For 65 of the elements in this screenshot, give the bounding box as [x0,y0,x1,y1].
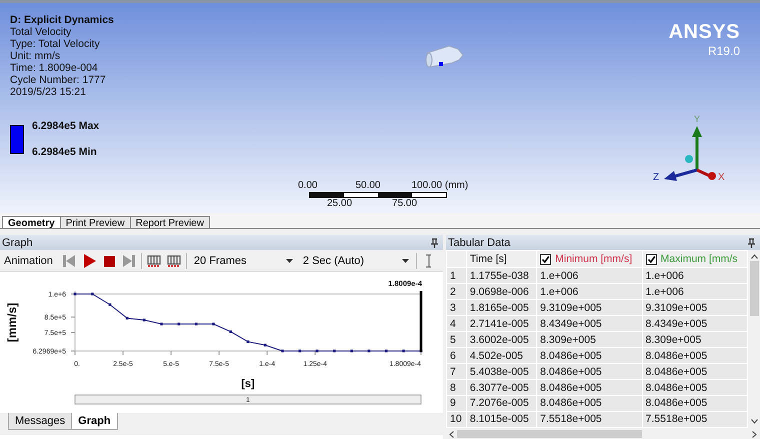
table-cell: 8.309e+005 [642,332,748,348]
table-cell: 7.5518e+005 [536,411,642,428]
scale-label: 50.00 [355,180,380,191]
row-number: 1 [446,268,466,284]
info-text: 2019/5/23 15:21 [10,86,87,98]
row-number: 10 [446,411,466,428]
info-text: Time: 1.8009e-004 [10,62,99,74]
table-cell: 1.1755e-038 [466,268,537,284]
row-number: 9 [446,395,466,412]
scale-label: 0.00 [298,180,318,191]
table-cell: 9.3109e+005 [642,300,748,316]
table-cell: 8.0486e+005 [536,395,642,412]
row-number: 6 [446,348,466,364]
table-cell: 8.4349e+005 [536,316,642,332]
info-text: Cycle Number: 1777 [10,74,107,86]
x-axis-title: [s] [241,378,255,390]
table-cell: 8.0486e+005 [536,348,642,364]
table-cell: 7.2076e-005 [466,395,537,412]
table-cell: 9.0698e-006 [466,284,537,300]
panel-title: Tabular Data [448,236,510,248]
info-text: Total Velocity [10,26,72,38]
table-cell: 4.502e-005 [466,348,537,364]
scale-label: 100.00 (mm) [412,180,468,191]
table-cell: 1.e+006 [536,284,642,300]
table-cell: 8.0486e+005 [642,348,748,364]
table-cell: 3.6002e-005 [466,332,537,348]
table-cell: 8.0486e+005 [642,395,748,412]
y-axis-title: [mm/s] [5,302,19,342]
table-cell: 8.0486e+005 [642,364,748,380]
info-text: Unit: mm/s [10,50,62,62]
row-number: 7 [446,364,466,380]
legend-label: 6.2984e5 Min [32,146,98,158]
result-title: D: Explicit Dynamics [10,14,114,26]
table-cell: 8.0486e+005 [642,380,748,396]
table-cell: 8.309e+005 [536,332,642,348]
table-cell: 5.4038e-005 [466,364,537,380]
row-number: 8 [446,380,466,396]
version-text: R19.0 [706,44,740,58]
table-cell: 8.1015e-005 [466,411,537,428]
table-cell: 8.0486e+005 [536,364,642,380]
scale-label: 25.00 [327,198,352,209]
row-number: 2 [446,284,466,300]
header-text: Minimum [mm/s] [555,253,632,266]
table-cell: 1.e+006 [642,268,748,284]
table-cell: 6.3077e-005 [466,380,537,396]
info-text: Type: Total Velocity [10,38,101,50]
table-cell: 9.3109e+005 [536,300,642,316]
legend-label: 6.2984e5 Max [32,120,100,132]
table-cell: 1.e+006 [642,284,748,300]
table-cell: 2.7141e-005 [466,316,537,332]
header-text: Maximum [mm/s [660,253,738,266]
table-cell: 7.5518e+005 [642,411,748,428]
table-cell: 1.8165e-005 [466,300,537,316]
header-text: Time [s] [470,253,507,266]
table-cell: 8.0486e+005 [536,380,642,396]
table-cell: 8.4349e+005 [642,316,748,332]
axis-triad-drawing: Y Z X [653,114,725,183]
row-number: 4 [446,316,466,332]
toolbar-label: Animation [4,254,54,266]
scale-label: 75.00 [392,198,418,209]
row-number: 5 [446,332,466,348]
logo-text: ANSYS [668,21,740,44]
table-cell: 1.e+006 [536,268,642,284]
panel-title: Graph [2,236,33,248]
row-number: 3 [446,300,466,316]
